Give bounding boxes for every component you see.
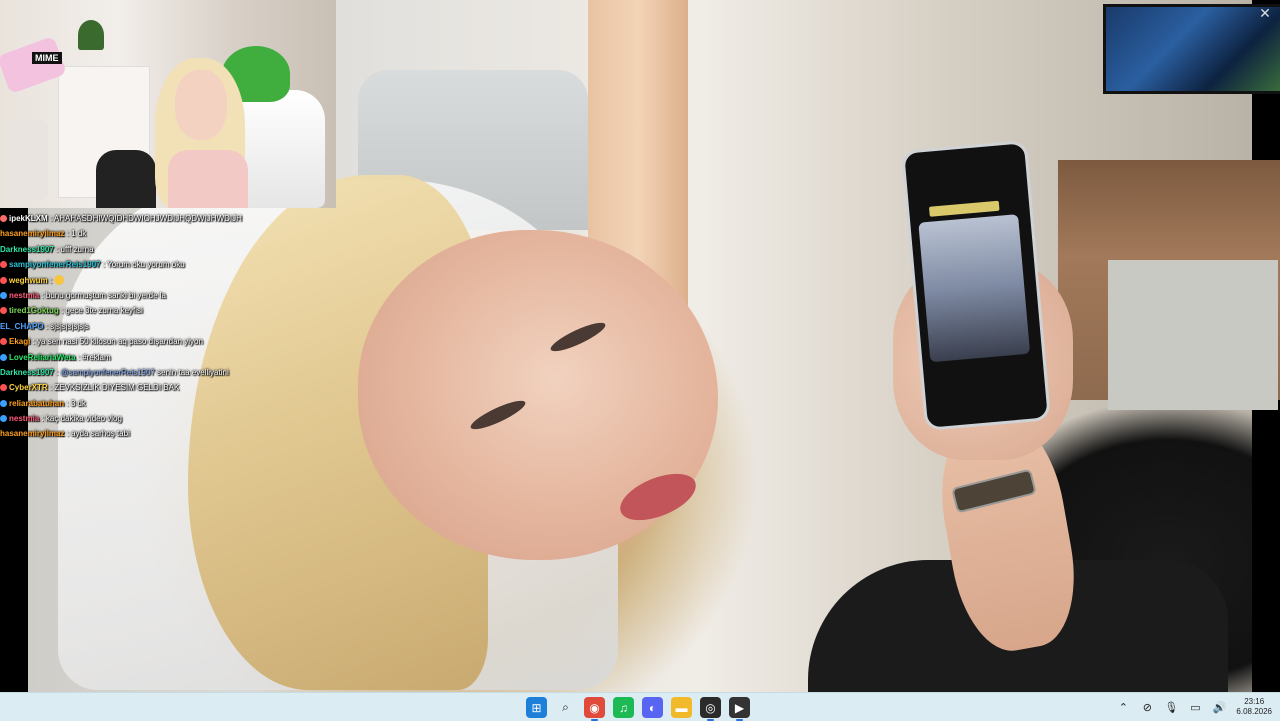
chat-username[interactable]: hasanemiryilmaz [0, 429, 64, 438]
chat-text: 1 dk [71, 229, 87, 239]
cam-cup [4, 120, 48, 200]
chat-separator: : [53, 244, 61, 254]
chat-message: Darkness1907 : @sampiyonfenerReis1907 se… [0, 365, 330, 380]
chat-text: sjsjsjsjsjsjs [50, 321, 89, 331]
chat-text: gece 3te zurna keyfisi [65, 306, 143, 316]
chat-badge-icon [0, 384, 7, 392]
chat-message: hasanemiryilmaz : ayda sarhoş tabi [0, 426, 330, 441]
system-tray: ⌃ ⊘ 🎙 ▭ 🔊 23:16 6.08.2026 [1116, 693, 1272, 721]
chat-message: EL_CHAPO : sjsjsjsjsjsjs [0, 319, 330, 334]
chat-separator: : [53, 367, 61, 377]
chat-message: sampiyonfenerReis1907 : Yorum oku yorum … [0, 257, 330, 272]
chat-text: 3 dk [70, 398, 86, 408]
network-off-icon[interactable]: ⊘ [1140, 700, 1154, 714]
chat-separator: : [39, 414, 46, 424]
chat-username[interactable]: hasanemiryilmaz [0, 229, 64, 238]
clock-date: 6.08.2026 [1236, 707, 1272, 716]
chat-text: Yorum oku yorum oku [107, 260, 185, 270]
chat-text: ZEVKSIZLIK DIYESIM GELDI BAK [54, 383, 180, 393]
spotify-icon[interactable]: ♫ [613, 697, 634, 718]
chat-username[interactable]: Darkness1907 [0, 368, 54, 377]
chat-text: #reklam [82, 352, 111, 362]
video-phone [900, 140, 1052, 431]
chat-username[interactable]: reliarabatuhan [9, 399, 64, 408]
chat-message: hasanemiryilmaz : 1 dk [0, 226, 330, 241]
cam-dark-cloth [96, 150, 156, 208]
chat-message: tired1Goktug : gece 3te zurna keyfisi [0, 303, 330, 318]
search-icon[interactable]: ⌕ [555, 697, 576, 718]
chat-emote-icon [54, 274, 65, 285]
cam-face [175, 70, 227, 140]
chat-username[interactable]: CyberXTR [9, 383, 48, 392]
cam-microphone [0, 35, 68, 95]
start-icon[interactable]: ⊞ [526, 697, 547, 718]
cam-body [168, 150, 248, 208]
chat-message: reliarabatuhan : 3 dk [0, 396, 330, 411]
clock[interactable]: 23:16 6.08.2026 [1236, 697, 1272, 717]
clock-time: 23:16 [1244, 697, 1265, 706]
chat-overlay: ipekKLXM : AHAHASDHIWQIDHDWIOHJWDIJHQDWI… [0, 211, 330, 442]
chat-message: Ekagi : ya sen nasi 50 kilosun aq paso d… [0, 334, 330, 349]
chat-message: weghwum : [0, 273, 330, 288]
chat-badge-icon [0, 291, 7, 299]
chat-separator: : [47, 275, 55, 285]
chat-message: CyberXTR : ZEVKSIZLIK DIYESIM GELDI BAK [0, 380, 330, 395]
cam-plant [78, 20, 104, 50]
obs-icon[interactable]: ◎ [700, 697, 721, 721]
phone-caption [928, 200, 1000, 217]
chat-message: LoveReliariaWeta : #reklam [0, 350, 330, 365]
chrome-icon[interactable]: ◉ [584, 697, 605, 721]
chat-message: Darkness1907 : ufff zurna [0, 242, 330, 257]
speaker-icon[interactable]: 🔊 [1212, 700, 1227, 714]
chat-badge-icon [0, 215, 7, 222]
chat-badge-icon [0, 261, 7, 269]
close-icon[interactable]: ✕ [1256, 4, 1274, 22]
chat-username[interactable]: Darkness1907 [0, 245, 54, 254]
file-explorer-icon[interactable]: ▬ [671, 697, 692, 718]
chat-username[interactable]: tired1Goktug [9, 306, 59, 315]
chat-username[interactable]: nestmia [9, 291, 39, 300]
microphone-icon[interactable]: 🎙 [1164, 700, 1178, 714]
chat-mention[interactable]: @sampiyonfenerReis1907 [61, 368, 158, 377]
chat-message: nestmia : bunu gormuştum sanki bi yerde … [0, 288, 330, 303]
chat-text: kaç dakika video vlog [45, 414, 122, 424]
tray-icons: ⌃ ⊘ 🎙 ▭ 🔊 [1116, 700, 1226, 714]
webcam-overlay: MIME [0, 0, 336, 208]
chat-username[interactable]: EL_CHAPO [0, 322, 44, 331]
chat-username[interactable]: LoveReliariaWeta [9, 353, 76, 362]
chat-text: senin taa evelliyatini [157, 367, 229, 377]
chat-separator: : [64, 398, 71, 408]
chat-badge-icon [0, 307, 7, 315]
taskbar-apps: ⊞ ⌕ ◉ ♫ ◐ ▬ ◎ ▶ [526, 697, 750, 721]
phone-screen [918, 214, 1031, 363]
chat-separator: : [30, 337, 38, 347]
discord-icon[interactable]: ◐ [642, 697, 663, 718]
chat-text: ya sen nasi 50 kilosun aq paso dışarıdan… [37, 337, 203, 347]
chevron-up-icon[interactable]: ⌃ [1116, 700, 1130, 714]
media-player-icon[interactable]: ▶ [729, 697, 750, 721]
chat-message: ipekKLXM : AHAHASDHIWQIDHDWIOHJWDIJHQDWI… [0, 211, 330, 226]
chat-text: bunu gormuştum sanki bi yerde la [45, 290, 166, 300]
chat-badge-icon [0, 338, 7, 346]
chat-username[interactable]: weghwum [9, 276, 48, 285]
chat-username[interactable]: Ekagi [9, 337, 30, 346]
chat-separator: : [39, 290, 46, 300]
chat-username[interactable]: nestmia [9, 414, 39, 423]
video-cabinet-panel [1108, 260, 1278, 410]
taskbar: ⊞ ⌕ ◉ ♫ ◐ ▬ ◎ ▶ ⌃ ⊘ 🎙 ▭ 🔊 23:16 6.08.2026 [0, 692, 1280, 721]
chat-badge-icon [0, 353, 7, 361]
video-tv [1103, 4, 1280, 94]
chat-text: AHAHASDHIWQIDHDWIOHJWDIJHQDWIJHWDIJH [53, 214, 242, 223]
chat-text: ufff zurna [60, 244, 94, 254]
chat-badge-icon [0, 276, 7, 284]
chat-username[interactable]: sampiyonfenerReis1907 [9, 260, 101, 269]
chat-message: nestmia : kaç dakika video vlog [0, 411, 330, 426]
chat-badge-icon [0, 415, 7, 423]
chat-badge-icon [0, 399, 7, 407]
cam-logo: MIME [32, 52, 62, 64]
chat-username[interactable]: ipekKLXM [9, 214, 48, 223]
chat-text: ayda sarhoş tabi [71, 429, 130, 439]
display-icon[interactable]: ▭ [1188, 700, 1202, 714]
